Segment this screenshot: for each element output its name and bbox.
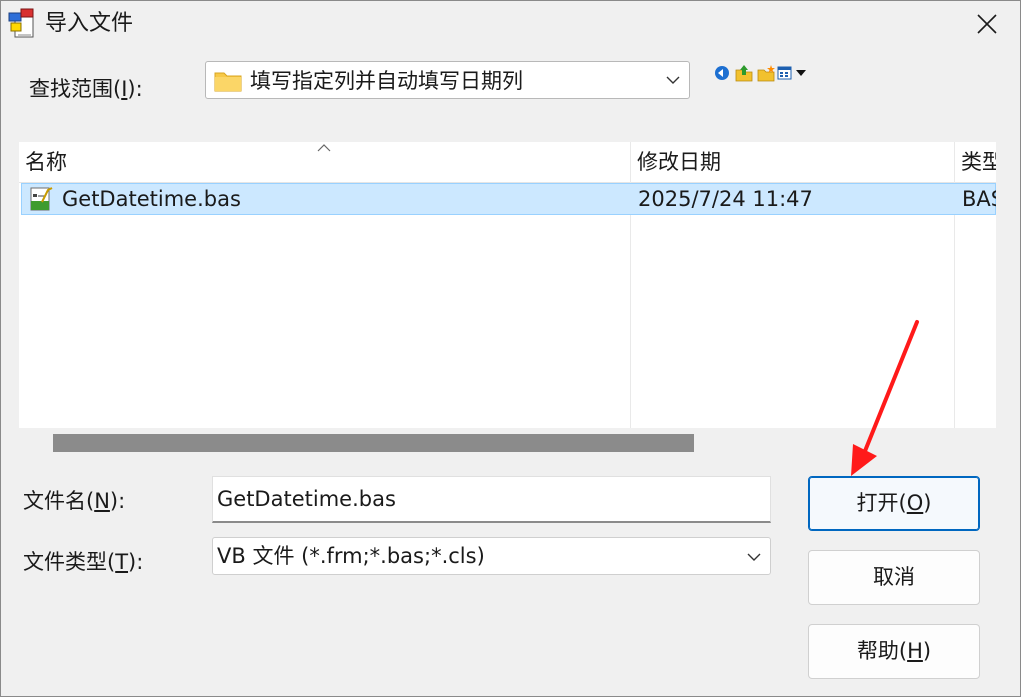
up-folder-button[interactable] [733, 63, 755, 83]
cancel-button[interactable]: 取消 [808, 550, 980, 605]
file-modified-cell: 2025/7/24 11:47 [638, 187, 813, 211]
close-icon [977, 14, 997, 34]
navigation-toolbar [711, 63, 809, 83]
import-file-dialog: 导入文件 查找范围(I): 填写指定列并自动填写日期列 名称 修改日期 类 Ge… [0, 0, 1021, 697]
back-icon [715, 66, 729, 80]
annotation-arrow [851, 320, 919, 476]
window-title: 导入文件 [45, 11, 134, 36]
file-row[interactable]: GetDatetime.bas 2025/7/24 11:47 BAS [21, 183, 996, 215]
bas-module-file-icon [30, 187, 53, 211]
filetype-dropdown[interactable]: VB 文件 (*.frm;*.bas;*.cls) [212, 537, 771, 575]
new-folder-button[interactable] [755, 63, 777, 83]
list-header: 名称 修改日期 类型 [19, 142, 996, 183]
close-button[interactable] [954, 1, 1020, 47]
file-name-cell: GetDatetime.bas [62, 187, 241, 211]
view-menu-button[interactable] [777, 63, 809, 83]
column-header-type[interactable]: 类型 [955, 142, 996, 182]
filetype-label: 文件类型(T): [23, 550, 144, 574]
view-menu-icon [777, 66, 806, 80]
vba-app-icon [8, 8, 34, 38]
sort-ascending-icon [317, 144, 331, 152]
folder-icon [214, 72, 242, 92]
title-bar[interactable]: 导入文件 [1, 1, 1020, 47]
filename-input[interactable] [212, 476, 771, 523]
chevron-down-icon [666, 76, 680, 84]
lookin-value: 填写指定列并自动填写日期列 [250, 69, 523, 93]
lookin-dropdown[interactable]: 填写指定列并自动填写日期列 [205, 61, 690, 99]
file-type-cell: BAS [962, 187, 996, 211]
lookin-label: 查找范围(I): [29, 77, 143, 101]
filetype-value: VB 文件 (*.frm;*.bas;*.cls) [217, 544, 485, 568]
horizontal-scrollbar-thumb[interactable] [53, 434, 694, 452]
column-header-modified[interactable]: 修改日期 [631, 142, 954, 182]
filename-label: 文件名(N): [23, 489, 126, 513]
new-folder-icon [757, 65, 775, 82]
up-folder-icon [735, 65, 753, 82]
help-button[interactable]: 帮助(H) [808, 624, 980, 679]
chevron-down-icon [747, 553, 761, 561]
back-button[interactable] [711, 63, 733, 83]
